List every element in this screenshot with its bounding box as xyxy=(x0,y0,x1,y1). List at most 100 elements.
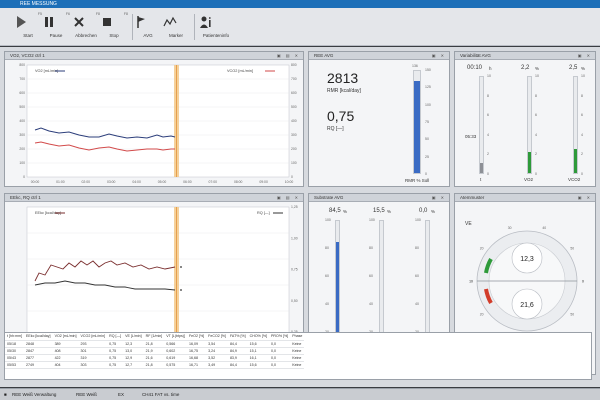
table-cell: 15,1 xyxy=(247,347,270,355)
table-cell: 0,566 xyxy=(164,340,187,348)
y-tick-label: 800 xyxy=(19,63,25,67)
y-tick-label: 300 xyxy=(291,133,297,137)
patient-info-button[interactable]: Patienteninfo xyxy=(198,12,234,42)
table-cell: Keine xyxy=(290,354,305,362)
gauge-tick-label: 0 xyxy=(425,172,427,176)
table-row[interactable]: 05/53 2749 404 303 0,75 12,7 21,8 0,575 16,71 3,4… xyxy=(5,361,305,369)
avg-button[interactable]: AVG xyxy=(134,12,162,42)
vo2-var-unit: % xyxy=(535,66,540,71)
panel-header: Substrate AVG ▣ ✕ xyxy=(309,194,449,202)
table-cell: 16,68 xyxy=(186,354,207,362)
table-cell: Keine xyxy=(290,347,305,355)
vco2-var-label: VCO2 xyxy=(568,177,581,182)
y-tick-label: 0,75 xyxy=(291,268,298,272)
panel-tools-icon[interactable]: ▣ ✕ xyxy=(578,52,592,60)
table-cell: 84,4 xyxy=(227,340,248,348)
fat-unit: % xyxy=(343,209,348,214)
panel-header: VO2, VCO2 ctrl 1 ▣ ▤ ✕ xyxy=(5,52,303,60)
table-cell: 21,6 xyxy=(143,354,165,362)
y-tick-label: 200 xyxy=(19,147,25,151)
column-header[interactable]: t [hh:mm] xyxy=(5,333,24,341)
status-item-3: EX xyxy=(118,392,125,397)
patient-info-icon xyxy=(200,16,211,28)
panel-tools-icon[interactable]: ▣ ▤ ✕ xyxy=(277,52,300,60)
table-cell: 21,9 xyxy=(143,347,165,355)
marker-icon xyxy=(163,16,177,27)
x-tick-label: 02:00 xyxy=(82,180,91,184)
status-mode[interactable]: REE Weiß Verwaltung xyxy=(12,389,56,400)
panel-tools-icon[interactable]: ▣ ✕ xyxy=(578,194,592,202)
column-header[interactable]: RF [1/min] xyxy=(143,333,165,341)
gauge-tick-label: 10 xyxy=(487,74,491,78)
table-cell: 21,8 xyxy=(143,340,165,348)
table-row[interactable]: 05/18 2848 389 293 0,75 12,3 21,8 0,566 16,09 3,5… xyxy=(5,340,305,348)
ve-scale-tick: 40 xyxy=(542,226,546,230)
column-header[interactable]: PRO% [%] xyxy=(269,333,291,341)
table-cell: 0,0 xyxy=(269,354,291,362)
ree-avg-panel: REE AVG ▣ ✕ 2813 RMR [kcal/day] 0,75 RQ … xyxy=(308,51,450,187)
table-cell: 16,09 xyxy=(186,340,207,348)
table-cell: 303 xyxy=(78,361,108,369)
vco2-legend: VCO2 [mL/min] xyxy=(227,69,253,73)
marker-button[interactable]: Marker xyxy=(162,12,190,42)
time-label: t xyxy=(480,177,482,182)
table-cell: 0,575 xyxy=(164,361,187,369)
x-tick-label: 09:00 xyxy=(259,180,268,184)
table-cell: 3,24 xyxy=(206,347,228,355)
time-value: 00:10 xyxy=(467,65,483,71)
rf-value: 21,6 xyxy=(520,302,534,309)
panel-tools-icon[interactable]: ▣ ✕ xyxy=(432,194,446,202)
column-header[interactable]: EEkc [kcal/day] xyxy=(23,333,53,341)
table-cell: 15,6 xyxy=(247,340,270,348)
column-header[interactable]: FeO2 [%] xyxy=(186,333,207,341)
column-header[interactable]: Phase xyxy=(290,333,305,341)
gauge-tick-label: 25 xyxy=(425,154,429,159)
table-row[interactable]: 05/43 2877 422 319 0,75 12,9 21,6 0,619 16,68 3,5… xyxy=(5,354,305,362)
column-header[interactable]: RQ [—] xyxy=(107,333,124,341)
table-cell: 389 xyxy=(52,340,79,348)
panel-header: Atemmuster ▣ ✕ xyxy=(455,194,595,202)
ve-scale-tick: 30 xyxy=(508,226,512,230)
y-tick-label: 700 xyxy=(291,77,297,81)
vo2-vco2-chart: VO2 [mL/min] VCO2 [mL/min] 800 700 600 500 4… xyxy=(19,63,297,184)
column-header[interactable]: VE [L/min] xyxy=(123,333,144,341)
rq-legend: RQ [—] xyxy=(257,211,270,215)
y-tick-label: 0 xyxy=(291,175,293,179)
table-row[interactable]: 05/30 2847 408 301 0,75 13,0 21,9 0,602 16,75 3,2… xyxy=(5,347,305,355)
y-tick-label: 200 xyxy=(291,147,297,151)
pause-button[interactable]: F6 Pause xyxy=(42,12,70,42)
table-cell: 84,9 xyxy=(227,347,248,355)
column-header[interactable]: CHO% [%] xyxy=(247,333,270,341)
column-header[interactable]: VO2 [mL/min] xyxy=(52,333,79,341)
x-tick-label: 04:00 xyxy=(132,180,141,184)
panel-header: Variabilität AVG ▣ ✕ xyxy=(455,52,595,60)
rmr-value: 2813 xyxy=(327,70,359,86)
panel-tools-icon[interactable]: ▣ ▤ ✕ xyxy=(277,194,300,202)
start-button[interactable]: F5 Start xyxy=(14,12,42,42)
gauge-tick-label: 2 xyxy=(535,152,537,157)
column-header[interactable]: VCO2 [mL/min] xyxy=(78,333,108,341)
vco2-var-value: 2,5 xyxy=(569,65,578,71)
time-gauge-fill xyxy=(480,163,483,173)
table-cell: 2877 xyxy=(23,354,53,362)
abort-button[interactable]: F8 Abbrechen xyxy=(72,12,100,42)
status-item-2: REE Weiß xyxy=(76,392,97,397)
table-cell: 0,75 xyxy=(107,340,124,348)
table-cell: 21,8 xyxy=(143,361,165,369)
stop-icon xyxy=(103,18,111,26)
column-header[interactable]: FeCO2 [%] xyxy=(206,333,228,341)
panel-title: Atemmuster xyxy=(460,195,485,200)
column-header[interactable]: FAT% [%] xyxy=(227,333,248,341)
rmr-soll-gauge xyxy=(413,70,421,174)
results-table[interactable]: t [hh:mm] EEkc [kcal/day] VO2 [mL/min] VCO2… xyxy=(4,332,592,380)
panel-title: REE AVG xyxy=(314,53,334,58)
close-icon xyxy=(74,17,84,27)
time-inner-value: 05:33 xyxy=(465,134,477,139)
cho-value: 15,5 xyxy=(373,208,385,214)
x-tick-label: 01:00 xyxy=(56,180,65,184)
rq-unit: RQ [—] xyxy=(327,126,344,132)
panel-tools-icon[interactable]: ▣ ✕ xyxy=(432,52,446,60)
column-header[interactable]: VT [L(btps)] xyxy=(164,333,187,341)
rf-scale-tick: 20 xyxy=(480,312,484,316)
stop-button[interactable]: F8 Stop xyxy=(100,12,128,42)
